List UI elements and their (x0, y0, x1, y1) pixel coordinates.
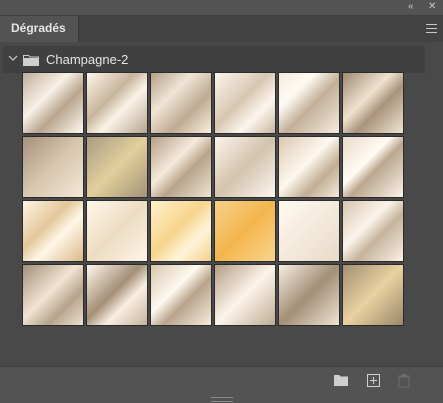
gradient-swatch[interactable] (214, 72, 276, 134)
gradient-swatch[interactable] (214, 136, 276, 198)
gradient-swatch[interactable] (150, 264, 212, 326)
gradient-swatch[interactable] (22, 264, 84, 326)
scrollbar[interactable] (430, 78, 441, 362)
gradient-swatch[interactable] (22, 72, 84, 134)
resize-grip[interactable] (211, 397, 233, 402)
gradient-swatch[interactable] (278, 136, 340, 198)
tab-row: Dégradés (0, 16, 443, 42)
gradient-swatch[interactable] (86, 200, 148, 262)
gradient-swatch[interactable] (214, 264, 276, 326)
gradient-swatch-grid (22, 72, 407, 326)
gradient-swatch[interactable] (150, 136, 212, 198)
gradient-group-header[interactable]: Champagne-2 (3, 46, 425, 73)
chevron-down-icon[interactable] (8, 53, 18, 63)
hamburger-menu-icon[interactable] (426, 24, 437, 33)
double-chevron-left-icon[interactable]: « (408, 1, 414, 13)
trash-icon[interactable] (398, 374, 410, 388)
gradient-swatch[interactable] (342, 200, 404, 262)
gradient-swatch[interactable] (214, 200, 276, 262)
gradient-swatch[interactable] (22, 136, 84, 198)
gradient-swatch[interactable] (278, 72, 340, 134)
gradient-swatch[interactable] (86, 72, 148, 134)
tab-label: Dégradés (11, 21, 66, 35)
tab-gradients[interactable]: Dégradés (0, 16, 79, 42)
gradient-swatch[interactable] (86, 264, 148, 326)
gradient-swatch[interactable] (86, 136, 148, 198)
close-icon[interactable]: ✕ (428, 1, 436, 13)
gradient-swatch[interactable] (22, 200, 84, 262)
gradient-swatch[interactable] (278, 264, 340, 326)
gradients-panel: « ✕ Dégradés Champagne-2 (0, 0, 443, 403)
gradient-swatch[interactable] (342, 136, 404, 198)
add-icon[interactable] (367, 374, 381, 388)
new-group-folder-icon[interactable] (334, 374, 348, 386)
panel-titlebar: « ✕ (0, 0, 443, 16)
gradient-swatch[interactable] (342, 72, 404, 134)
folder-icon (23, 55, 39, 66)
gradient-swatch[interactable] (342, 264, 404, 326)
panel-footer (0, 366, 443, 403)
group-name: Champagne-2 (46, 52, 129, 67)
gradient-swatch[interactable] (150, 72, 212, 134)
gradients-content: Champagne-2 (0, 42, 443, 366)
gradient-swatch[interactable] (278, 200, 340, 262)
gradient-swatch[interactable] (150, 200, 212, 262)
